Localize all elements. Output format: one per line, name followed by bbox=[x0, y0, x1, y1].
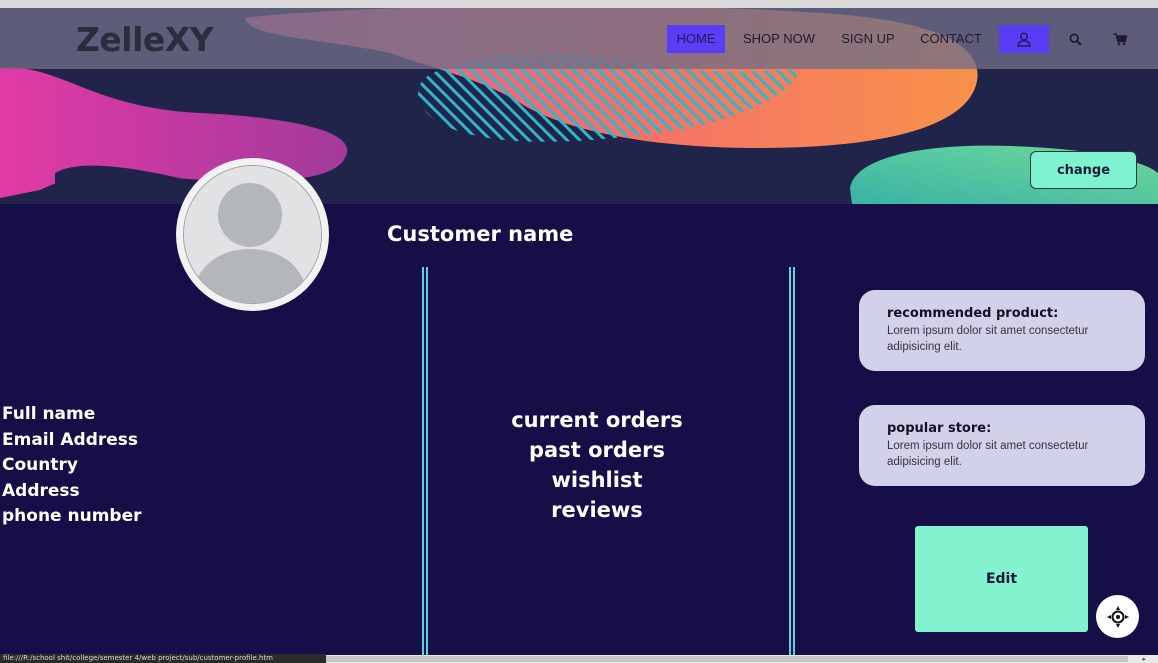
default-user-avatar-icon bbox=[184, 166, 321, 303]
info-country: Country bbox=[2, 455, 78, 476]
user-icon bbox=[1017, 32, 1031, 47]
past-orders-link[interactable]: past orders bbox=[497, 435, 697, 465]
nav-shop-now-link[interactable]: SHOP NOW bbox=[738, 25, 820, 53]
info-phone-number: phone number bbox=[2, 506, 142, 527]
change-banner-button[interactable]: change bbox=[1030, 151, 1137, 189]
avatar[interactable] bbox=[183, 165, 322, 304]
top-navbar: ZelleXY HOME SHOP NOW SIGN UP CONTACT bbox=[0, 8, 1158, 69]
horizontal-scrollbar[interactable]: ▸ bbox=[326, 655, 1158, 663]
account-button[interactable] bbox=[999, 25, 1049, 53]
search-icon bbox=[1068, 32, 1082, 46]
crosshair-icon bbox=[1106, 605, 1129, 628]
orders-links-list: current orders past orders wishlist revi… bbox=[497, 405, 697, 525]
scrollbar-thumb[interactable] bbox=[326, 656, 1128, 662]
current-orders-link[interactable]: current orders bbox=[497, 405, 697, 435]
nav-contact-link[interactable]: CONTACT bbox=[916, 25, 986, 53]
card-title: popular store: bbox=[887, 421, 992, 436]
customer-info-list: Full name Email Address Country Address … bbox=[2, 402, 142, 530]
info-address: Address bbox=[2, 480, 80, 501]
card-text: Lorem ipsum dolor sit amet consectetur a… bbox=[887, 325, 1089, 353]
column-divider-left bbox=[422, 267, 428, 655]
cart-button[interactable] bbox=[1109, 25, 1131, 53]
cart-icon bbox=[1113, 32, 1127, 45]
customer-name-heading: Customer name bbox=[387, 222, 574, 246]
column-divider-right bbox=[789, 267, 795, 655]
search-button[interactable] bbox=[1064, 25, 1086, 53]
status-bar-url: file:///R:/school shit/college/semester … bbox=[0, 654, 326, 663]
wishlist-link[interactable]: wishlist bbox=[497, 465, 697, 495]
card-title: recommended product: bbox=[887, 306, 1059, 321]
recommended-product-card[interactable]: recommended product: Lorem ipsum dolor s… bbox=[859, 290, 1145, 371]
edit-profile-button[interactable]: Edit bbox=[915, 526, 1088, 632]
reviews-link[interactable]: reviews bbox=[497, 495, 697, 525]
scroll-right-arrow-icon[interactable]: ▸ bbox=[1142, 655, 1146, 663]
browser-top-strip bbox=[0, 0, 1158, 8]
card-text: Lorem ipsum dolor sit amet consectetur a… bbox=[887, 440, 1089, 468]
site-logo[interactable]: ZelleXY bbox=[76, 20, 214, 59]
info-email-address: Email Address bbox=[2, 429, 139, 450]
floating-action-button[interactable] bbox=[1096, 595, 1139, 638]
popular-store-card[interactable]: popular store: Lorem ipsum dolor sit ame… bbox=[859, 405, 1145, 486]
nav-sign-up-link[interactable]: SIGN UP bbox=[836, 25, 900, 53]
nav-home-link[interactable]: HOME bbox=[667, 25, 725, 53]
info-full-name: Full name bbox=[2, 404, 96, 424]
